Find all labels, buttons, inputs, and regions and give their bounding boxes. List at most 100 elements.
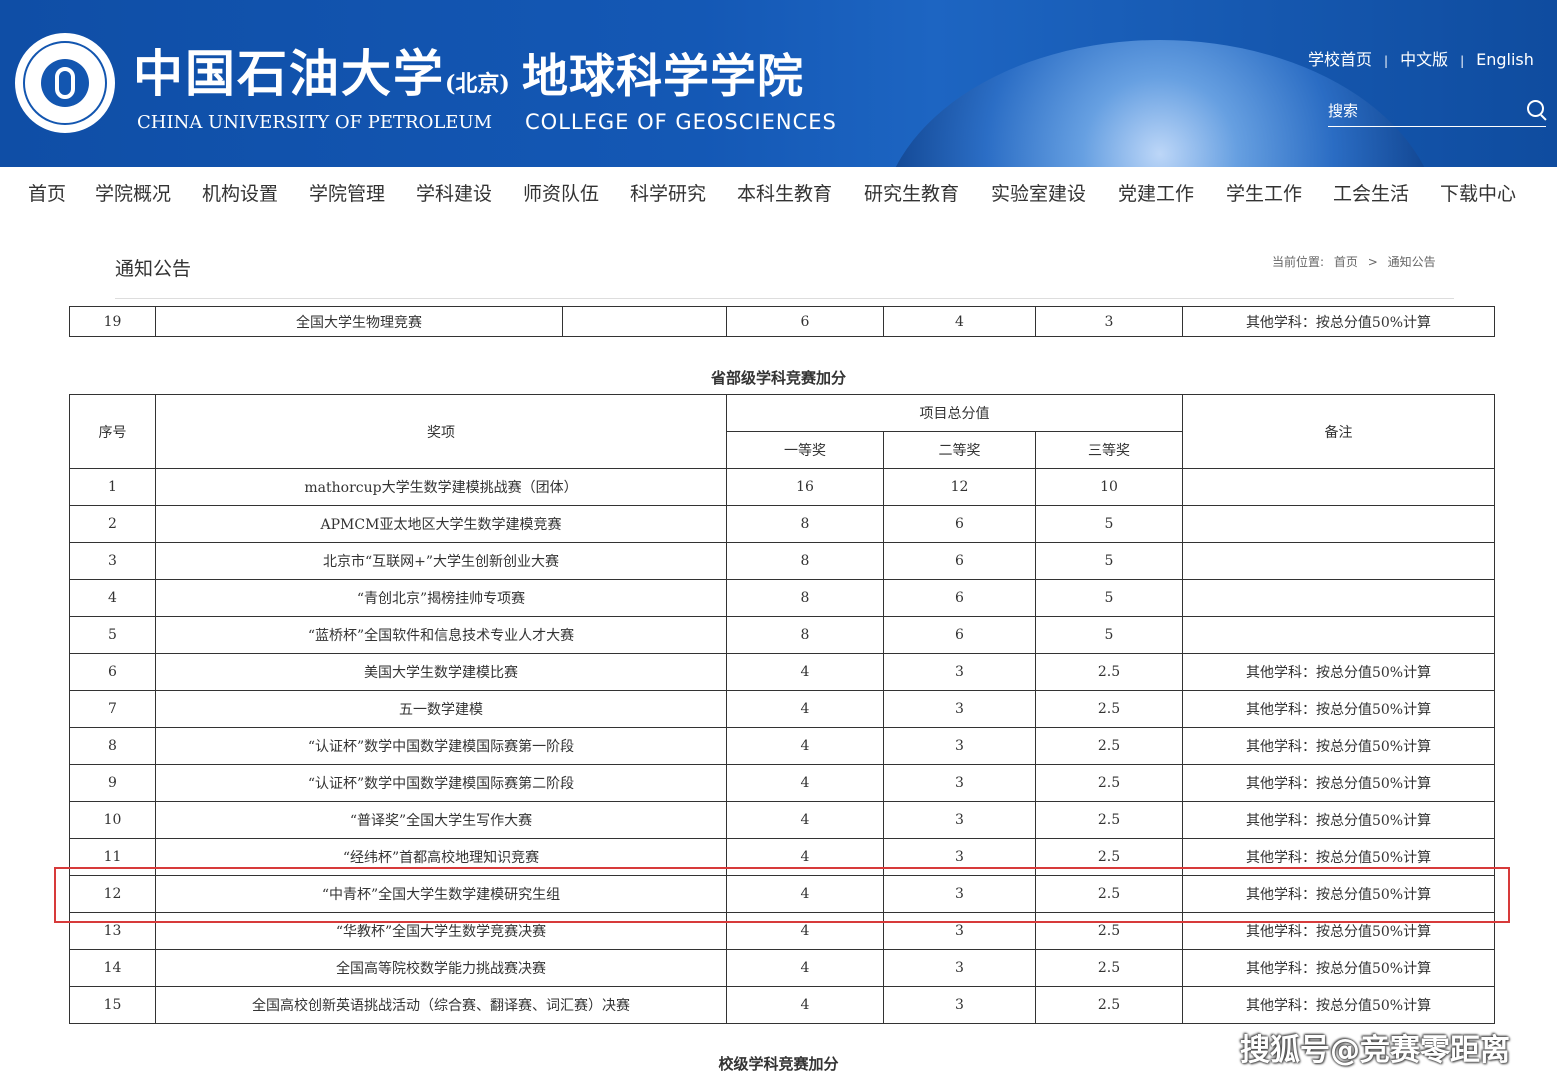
university-name-suffix: (北京) [445, 71, 510, 97]
table-row: 15 全国高校创新英语挑战活动（综合赛、翻译赛、词汇赛）决赛 4 3 2.5 其他学科：按… [69, 986, 1496, 1024]
breadcrumb-current[interactable]: 通知公告 [1388, 255, 1436, 269]
note: 其他学科：按总分值50%计算 [1182, 306, 1495, 337]
row-number: 15 [69, 986, 156, 1024]
third-prize-score: 2.5 [1034, 986, 1184, 1024]
award-name: 美国大学生数学建模比赛 [155, 653, 727, 691]
note [1182, 579, 1496, 617]
second-prize-score: 3 [883, 949, 1036, 987]
nav-party[interactable]: 党建工作 [1118, 179, 1194, 206]
row-number: 8 [69, 727, 156, 765]
watermark: 搜狐号@竞赛零距离 [1240, 1033, 1510, 1068]
second-prize-score: 12 [883, 468, 1036, 506]
university-logo[interactable] [15, 33, 115, 133]
nav-organization[interactable]: 机构设置 [202, 179, 278, 206]
search-box [1328, 96, 1546, 127]
second-prize-score: 4 [883, 306, 1036, 337]
nav-research[interactable]: 科学研究 [630, 179, 706, 206]
link-separator: | [1384, 54, 1389, 68]
table-row: 14 全国高等院校数学能力挑战赛决赛 4 3 2.5 其他学科：按总分值50%计算 [69, 949, 1496, 987]
nav-downloads[interactable]: 下载中心 [1440, 179, 1516, 206]
college-name-en: COLLEGE OF GEOSCIENCES [525, 110, 837, 134]
note: 其他学科：按总分值50%计算 [1182, 727, 1496, 765]
search-icon[interactable] [1527, 100, 1544, 117]
award-name: “认证杯”数学中国数学建模国际赛第二阶段 [155, 764, 727, 802]
site-header: 中国石油大学(北京) 地球科学学院 CHINA UNIVERSITY OF PE… [0, 0, 1557, 167]
first-prize-score: 6 [726, 306, 884, 337]
second-prize-score: 6 [883, 616, 1036, 654]
award-name: 全国大学生物理竞赛 [155, 306, 563, 337]
note [1182, 542, 1496, 580]
third-prize-score: 10 [1034, 468, 1184, 506]
nav-union[interactable]: 工会生活 [1333, 179, 1409, 206]
third-prize-score: 5 [1034, 542, 1184, 580]
link-separator: | [1460, 54, 1465, 68]
header-third-prize: 三等奖 [1034, 431, 1184, 469]
first-prize-score: 4 [726, 727, 884, 765]
award-name: mathorcup大学生数学建模挑战赛（团体） [155, 468, 727, 506]
award-name: “普译奖”全国大学生写作大赛 [155, 801, 727, 839]
first-prize-score: 4 [726, 801, 884, 839]
note [1182, 616, 1496, 654]
first-prize-score: 8 [726, 616, 884, 654]
second-prize-score: 3 [883, 986, 1036, 1024]
logo-emblem-icon [41, 59, 89, 107]
header-note: 备注 [1182, 394, 1496, 469]
header-total-score: 项目总分值 [725, 394, 1184, 432]
top-links: 学校首页 | 中文版 | English [1308, 46, 1534, 70]
third-prize-score: 2.5 [1034, 653, 1184, 691]
nav-undergraduate[interactable]: 本科生教育 [737, 179, 832, 206]
note: 其他学科：按总分值50%计算 [1182, 949, 1496, 987]
third-prize-score: 2.5 [1034, 801, 1184, 839]
table-header-row: 序号 奖项 项目总分值 备注 [69, 394, 1496, 469]
second-prize-score: 6 [883, 542, 1036, 580]
link-english[interactable]: English [1476, 50, 1534, 69]
breadcrumb: 当前位置: 首页 > 通知公告 [1272, 253, 1442, 270]
award-name: APMCM亚太地区大学生数学建模竞赛 [155, 505, 727, 543]
nav-home[interactable]: 首页 [28, 179, 66, 206]
table-row: 6 美国大学生数学建模比赛 4 3 2.5 其他学科：按总分值50%计算 [69, 653, 1496, 691]
table-row: 8 “认证杯”数学中国数学建模国际赛第一阶段 4 3 2.5 其他学科：按总分值50%计算 [69, 727, 1496, 765]
national-competition-table: 19 全国大学生物理竞赛 6 4 3 其他学科：按总分值50%计算 [69, 306, 1495, 337]
note [1182, 505, 1496, 543]
link-school-home[interactable]: 学校首页 [1308, 50, 1372, 69]
nav-overview[interactable]: 学院概况 [95, 179, 171, 206]
first-prize-score: 4 [726, 949, 884, 987]
second-prize-score: 6 [883, 579, 1036, 617]
nav-laboratory[interactable]: 实验室建设 [991, 179, 1086, 206]
nav-students[interactable]: 学生工作 [1226, 179, 1302, 206]
third-prize-score: 2.5 [1034, 727, 1184, 765]
row-number: 1 [69, 468, 156, 506]
header-second-prize: 二等奖 [883, 431, 1036, 469]
empty-cell [562, 306, 727, 337]
link-chinese[interactable]: 中文版 [1400, 50, 1448, 69]
nav-faculty[interactable]: 师资队伍 [523, 179, 599, 206]
row-number: 6 [69, 653, 156, 691]
breadcrumb-home[interactable]: 首页 [1334, 255, 1358, 269]
table-row: 2 APMCM亚太地区大学生数学建模竞赛 8 6 5 [69, 505, 1496, 543]
first-prize-score: 4 [726, 653, 884, 691]
nav-graduate[interactable]: 研究生教育 [864, 179, 959, 206]
row-number: 5 [69, 616, 156, 654]
row-number: 19 [69, 306, 156, 337]
note [1182, 468, 1496, 506]
third-prize-score: 2.5 [1034, 949, 1184, 987]
search-input[interactable] [1328, 98, 1518, 124]
first-prize-score: 4 [726, 764, 884, 802]
third-prize-score: 2.5 [1034, 764, 1184, 802]
page-title: 通知公告 [115, 258, 192, 280]
section-title-provincial: 省部级学科竞赛加分 [710, 369, 846, 387]
nav-management[interactable]: 学院管理 [309, 179, 385, 206]
second-prize-score: 3 [883, 690, 1036, 728]
table-row: 5 “蓝桥杯”全国软件和信息技术专业人才大赛 8 6 5 [69, 616, 1496, 654]
third-prize-score: 5 [1034, 505, 1184, 543]
header-first-prize: 一等奖 [726, 431, 884, 469]
award-name: 全国高等院校数学能力挑战赛决赛 [155, 949, 727, 987]
first-prize-score: 4 [726, 986, 884, 1024]
row-number: 4 [69, 579, 156, 617]
award-name: “认证杯”数学中国数学建模国际赛第一阶段 [155, 727, 727, 765]
university-name-en: CHINA UNIVERSITY OF PETROLEUM [137, 112, 493, 133]
second-prize-score: 3 [883, 801, 1036, 839]
note: 其他学科：按总分值50%计算 [1182, 986, 1496, 1024]
main-nav: 首页 学院概况 机构设置 学院管理 学科建设 师资队伍 科学研究 本科生教育 研… [0, 167, 1557, 217]
nav-discipline[interactable]: 学科建设 [416, 179, 492, 206]
